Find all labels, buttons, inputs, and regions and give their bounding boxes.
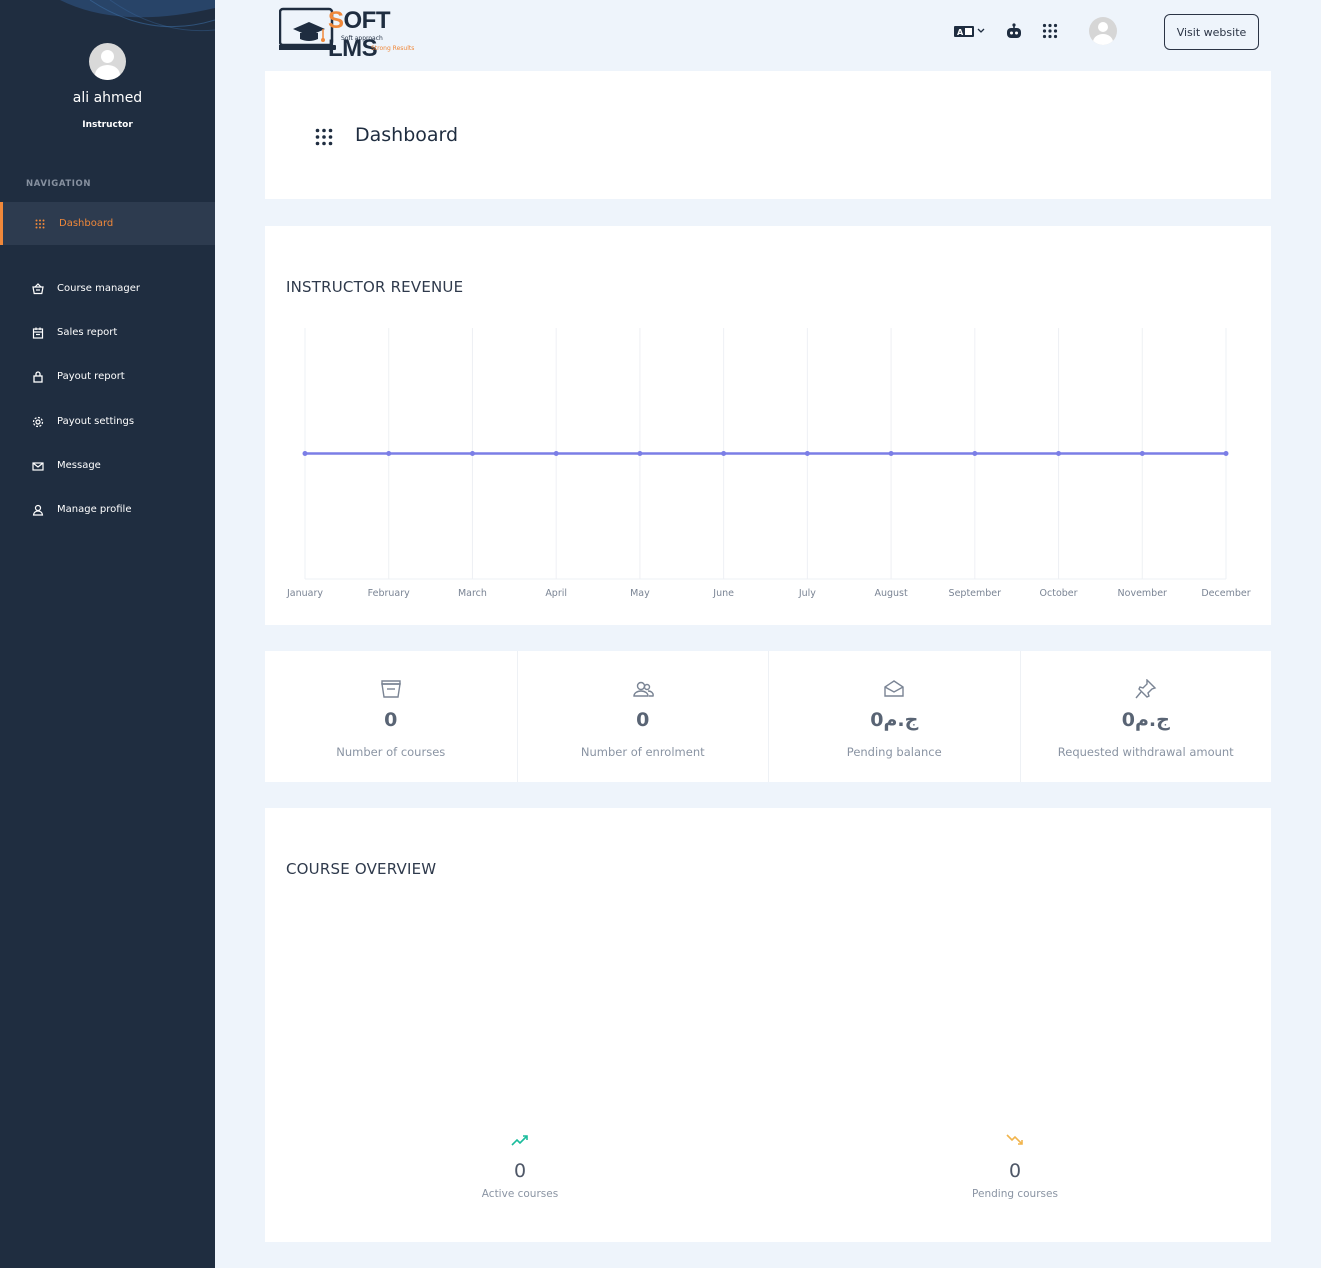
revenue-point-march[interactable] [469,451,475,456]
revenue-point-april[interactable] [553,451,559,456]
visit-website-button[interactable]: Visit website [1164,14,1259,50]
pending-courses-label: Pending courses [972,1188,1058,1200]
svg-text:A: A [957,28,964,37]
x-tick-label: December [1201,588,1250,599]
sidebar-item-label: Course manager [57,283,141,294]
users-icon [518,679,769,699]
x-tick-label: June [712,588,734,599]
x-tick-label: March [458,588,487,599]
x-tick-label: August [874,588,908,599]
sidebar-item-manage-profile[interactable]: Manage profile [0,488,215,531]
inbox-icon [769,679,1020,699]
stat-value: 0ج.م [870,709,919,731]
sidebar-item-label: Payout report [57,371,125,382]
sidebar-item-label: Message [57,460,101,471]
dashboard-grid-icon [315,128,333,150]
sidebar-item-label: Dashboard [59,218,114,229]
pin-icon [1021,679,1272,699]
stat-value: 0 [384,709,398,731]
stat-withdrawal: 0ج.م Requested withdrawal amount [1019,651,1272,782]
course-overview-card: COURSE OVERVIEW 0 Active courses 0 Pendi… [265,808,1271,1242]
x-tick-label: January [286,588,323,599]
revenue-point-october[interactable] [1056,451,1062,456]
sidebar-item-label: Payout settings [57,416,135,427]
sidebar: ali ahmed Instructor NAVIGATION Dashboar… [0,0,215,1268]
sidebar-avatar[interactable] [89,43,126,80]
grid-icon [34,218,46,230]
user-name: ali ahmed [72,90,143,106]
x-tick-label: July [798,588,816,599]
pending-courses: 0 Pending courses [915,1134,1115,1200]
x-tick-label: May [630,588,650,599]
x-tick-label: October [1040,588,1078,599]
basket-icon [32,282,44,295]
sidebar-item-dashboard[interactable]: Dashboard [0,202,215,245]
logo-tagline-2: Strong Results [371,45,415,52]
logo[interactable]: SOFT LMS Soft approach Strong Results [278,7,424,62]
active-courses-value: 0 [513,1160,527,1182]
user-icon [32,504,44,516]
sidebar-item-sales-report[interactable]: Sales report [0,311,215,354]
stat-value: 0ج.م [1121,709,1170,731]
stat-courses: 0 Number of courses [265,651,517,782]
bag-icon [32,370,44,383]
stat-value: 0 [636,709,650,731]
sidebar-item-payout-report[interactable]: Payout report [0,355,215,398]
nav-heading: NAVIGATION [26,179,92,189]
sidebar-item-course-manager[interactable]: Course manager [0,267,215,310]
revenue-point-january[interactable] [302,451,308,456]
instructor-revenue-card: INSTRUCTOR REVENUE January February March A… [265,226,1271,625]
sidebar-item-message[interactable]: Message [0,444,215,487]
basket-icon [265,679,517,699]
revenue-point-november[interactable] [1139,451,1145,456]
trend-down-icon [915,1134,1115,1150]
user-role: Instructor [82,120,133,130]
robot-icon[interactable] [1004,22,1024,40]
pending-courses-value: 0 [1008,1160,1022,1182]
mail-icon [32,460,44,472]
revenue-chart: January February March April May June July Augu… [286,328,1251,599]
stat-enrolment: 0 Number of enrolment [516,651,769,782]
stat-label: Requested withdrawal amount [1057,745,1234,759]
sidebar-item-payout-settings[interactable]: Payout settings [0,400,215,443]
revenue-point-july[interactable] [804,451,810,456]
calendar-icon [32,327,44,339]
sidebar-item-label: Sales report [57,327,118,338]
page-header-card: Dashboard [265,71,1271,199]
logo-tagline: Soft approach [341,35,383,42]
revenue-point-august[interactable] [888,451,894,456]
x-tick-label: April [545,588,567,599]
user-avatar[interactable] [1089,17,1117,45]
stats-row: 0 Number of courses 0 Number of enrolmen… [265,651,1271,782]
stat-label: Number of enrolment [580,745,705,759]
revenue-point-june[interactable] [721,451,727,456]
revenue-point-may[interactable] [637,451,643,456]
active-courses: 0 Active courses [420,1134,620,1200]
x-tick-label: September [949,588,1002,599]
stat-label: Number of courses [336,745,446,759]
page-title: Dashboard [355,124,459,146]
stat-label: Pending balance [846,745,942,759]
revenue-point-september[interactable] [972,451,978,456]
stat-pending-balance: 0ج.م Pending balance [768,651,1020,782]
revenue-point-december[interactable] [1223,451,1229,456]
apps-grid-icon[interactable] [1041,22,1059,40]
overview-title: COURSE OVERVIEW [286,860,437,878]
active-courses-label: Active courses [481,1188,559,1200]
x-tick-label: November [1118,588,1168,599]
sidebar-item-label: Manage profile [57,504,132,515]
gear-icon [32,416,44,428]
trend-up-icon [420,1134,620,1150]
revenue-point-february[interactable] [386,451,392,456]
language-icon[interactable]: A [953,22,987,40]
x-tick-label: February [368,588,410,599]
